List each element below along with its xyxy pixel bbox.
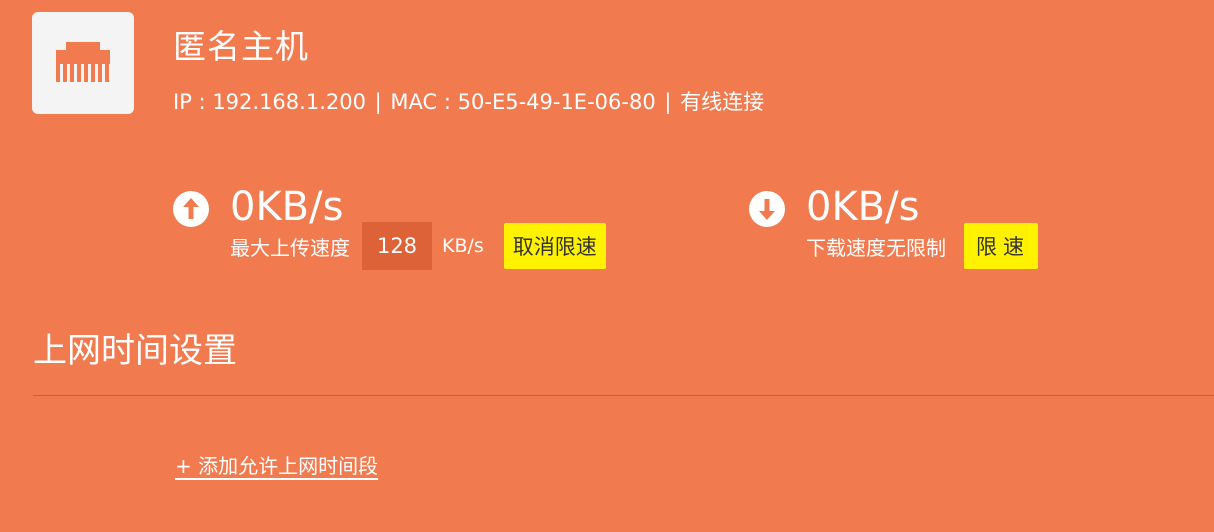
arrow-down-circle-icon <box>749 191 785 227</box>
upload-limit-input[interactable] <box>362 222 432 270</box>
arrow-up-circle-icon <box>173 191 209 227</box>
connection-type: 有线连接 <box>680 90 765 114</box>
mac-label: MAC <box>390 90 438 114</box>
ip-label: IP <box>173 90 192 114</box>
upload-limit-unit: KB/s <box>442 235 484 257</box>
download-limit-label: 下载速度无限制 <box>806 235 946 260</box>
device-info: IP : 192.168.1.200 | MAC : 50-E5-49-1E-0… <box>173 90 765 114</box>
upload-limit-row: 最大上传速度 KB/s 取消限速 <box>230 222 606 270</box>
add-time-period-link[interactable]: + 添加允许上网时间段 <box>175 451 378 481</box>
mac-address: 50-E5-49-1E-06-80 <box>457 90 656 114</box>
schedule-section-title: 上网时间设置 <box>33 331 237 371</box>
separator: | <box>374 90 389 114</box>
download-limit-row: 下载速度无限制 限速 <box>806 222 1038 270</box>
ethernet-port-icon <box>56 42 110 82</box>
separator: | <box>664 90 679 114</box>
ip-address: 192.168.1.200 <box>212 90 366 114</box>
set-limit-button[interactable]: 限速 <box>964 223 1038 269</box>
device-name: 匿名主机 <box>173 27 309 66</box>
section-divider <box>33 395 1214 396</box>
cancel-limit-button[interactable]: 取消限速 <box>503 223 606 269</box>
device-type-icon <box>32 12 134 114</box>
upload-limit-label: 最大上传速度 <box>230 235 350 260</box>
